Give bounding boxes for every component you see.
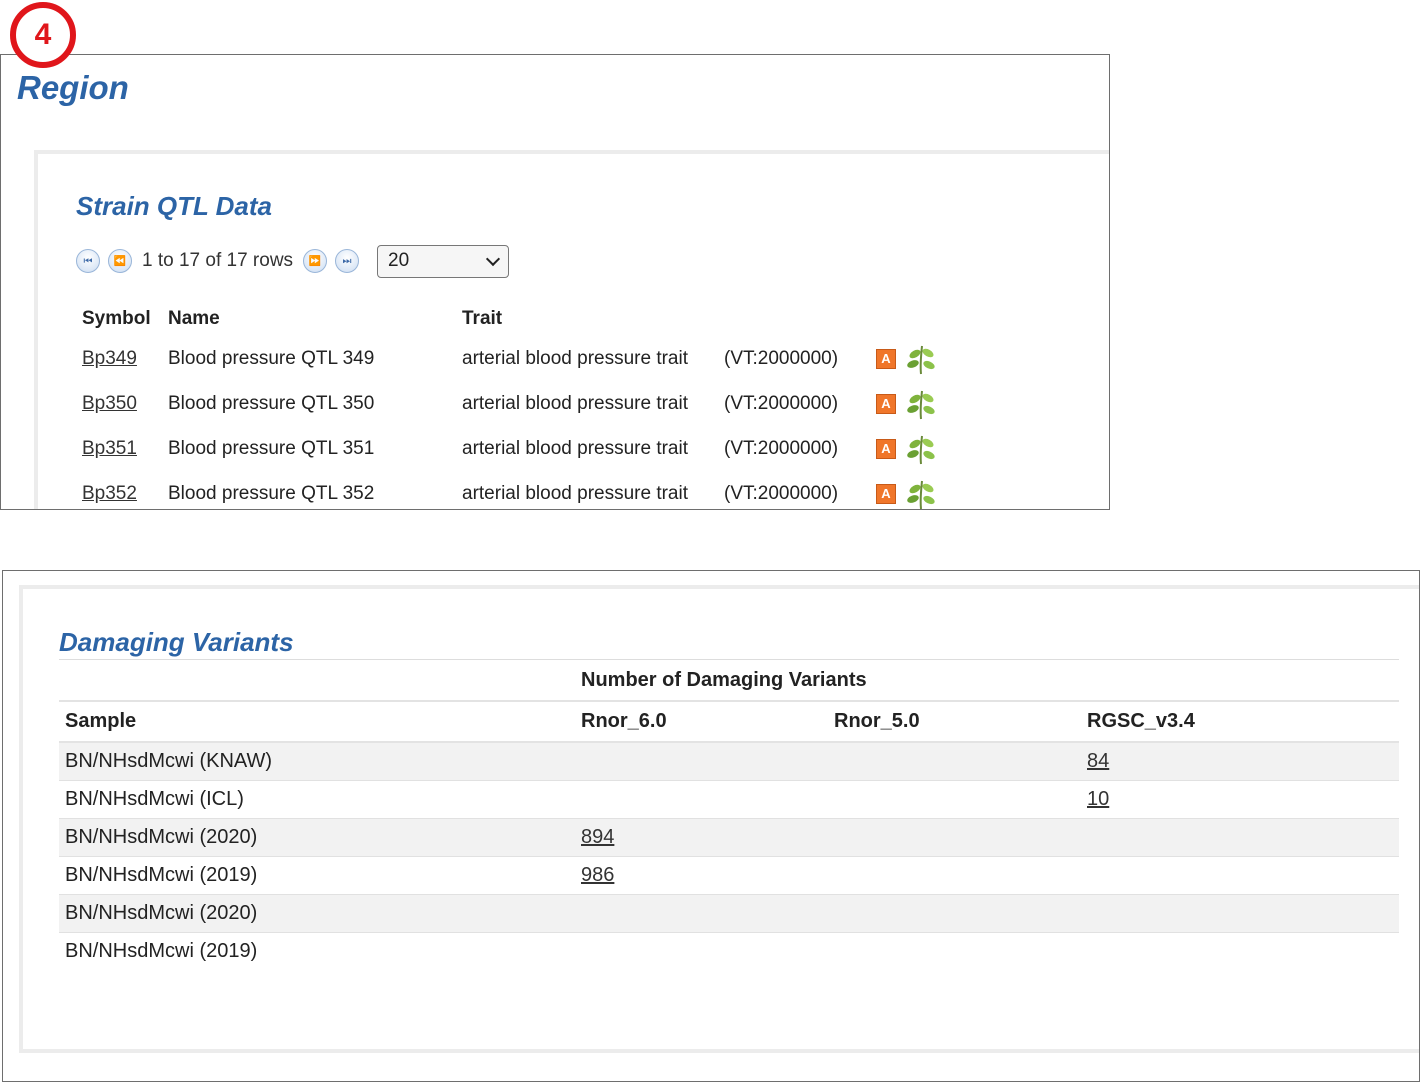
annotation-icon[interactable]: A bbox=[876, 483, 896, 504]
pagination-bar: ⏮ ⏪ 1 to 17 of 17 rows ⏩ ⏭ 20 bbox=[76, 244, 510, 278]
qtl-symbol-link[interactable]: Bp351 bbox=[82, 438, 137, 459]
table-row: BN/NHsdMcwi (2019) 986 bbox=[59, 856, 1399, 895]
rows-per-page-select[interactable]: 20 bbox=[377, 244, 510, 278]
qtl-trait-id: (VT:2000000) bbox=[724, 482, 839, 504]
qtl-symbol-link[interactable]: Bp349 bbox=[82, 348, 137, 369]
table-row: BN/NHsdMcwi (2020) 894 bbox=[59, 818, 1399, 857]
qtl-trait-id: (VT:2000000) bbox=[724, 347, 839, 369]
annotation-icon[interactable]: A bbox=[876, 348, 896, 369]
column-header-name[interactable]: Name bbox=[162, 302, 456, 336]
table-row: BN/NHsdMcwi (ICL) 10 bbox=[59, 780, 1399, 819]
damaging-variants-panel: Damaging Variants Number of Damaging Var… bbox=[2, 570, 1420, 1082]
qtl-symbol-link[interactable]: Bp350 bbox=[82, 393, 137, 414]
damaging-variants-group-header: Number of Damaging Variants bbox=[575, 659, 1399, 702]
qtl-trait: arterial blood pressure trait bbox=[462, 482, 688, 504]
sample-name: BN/NHsdMcwi (2020) bbox=[59, 818, 575, 857]
strain-qtl-table: Symbol Name Trait Bp349 Blood pressure Q… bbox=[76, 302, 944, 511]
rnor6-count-link[interactable]: 986 bbox=[581, 864, 614, 886]
next-page-icon[interactable]: ⏩ bbox=[303, 249, 328, 273]
qtl-name: Blood pressure QTL 350 bbox=[168, 392, 375, 414]
table-row: Bp352 Blood pressure QTL 352 arterial bl… bbox=[76, 471, 944, 511]
ontology-tree-icon[interactable] bbox=[904, 342, 938, 376]
rgsc-count-link[interactable]: 84 bbox=[1087, 750, 1109, 772]
previous-page-icon[interactable]: ⏪ bbox=[108, 249, 132, 273]
strain-qtl-section: Strain QTL Data ⏮ ⏪ 1 to 17 of 17 rows ⏩… bbox=[34, 150, 1109, 511]
sample-name: BN/NHsdMcwi (KNAW) bbox=[59, 742, 575, 781]
region-title: Region bbox=[17, 69, 129, 106]
qtl-trait-id: (VT:2000000) bbox=[724, 437, 839, 459]
rows-per-page-value: 20 bbox=[388, 250, 410, 271]
qtl-name: Blood pressure QTL 349 bbox=[168, 347, 375, 369]
step-number-badge: 4 bbox=[10, 2, 76, 68]
column-header-sample: Sample bbox=[59, 701, 575, 743]
annotation-icon[interactable]: A bbox=[876, 438, 896, 459]
sample-name: BN/NHsdMcwi (ICL) bbox=[59, 780, 575, 819]
damaging-variants-section: Damaging Variants Number of Damaging Var… bbox=[19, 585, 1419, 1053]
sample-name: BN/NHsdMcwi (2020) bbox=[59, 894, 575, 933]
table-row: Bp349 Blood pressure QTL 349 arterial bl… bbox=[76, 336, 944, 381]
ontology-tree-icon[interactable] bbox=[904, 432, 938, 466]
qtl-trait-id: (VT:2000000) bbox=[724, 392, 839, 414]
table-row: BN/NHsdMcwi (2020) bbox=[59, 894, 1399, 933]
ontology-tree-icon[interactable] bbox=[904, 477, 938, 511]
chevron-down-icon bbox=[485, 251, 501, 267]
sample-name: BN/NHsdMcwi (2019) bbox=[59, 932, 575, 970]
table-row: Bp350 Blood pressure QTL 350 arterial bl… bbox=[76, 381, 944, 426]
region-panel: Region Strain QTL Data ⏮ ⏪ 1 to 17 of 17… bbox=[0, 54, 1110, 510]
sample-name: BN/NHsdMcwi (2019) bbox=[59, 856, 575, 895]
qtl-trait: arterial blood pressure trait bbox=[462, 437, 688, 459]
qtl-trait: arterial blood pressure trait bbox=[462, 347, 688, 369]
damaging-variants-title: Damaging Variants bbox=[59, 627, 294, 657]
pagination-status: 1 to 17 of 17 rows bbox=[142, 250, 294, 271]
sample-group-spacer bbox=[59, 659, 575, 702]
qtl-name: Blood pressure QTL 351 bbox=[168, 437, 375, 459]
table-row: Bp351 Blood pressure QTL 351 arterial bl… bbox=[76, 426, 944, 471]
table-row: BN/NHsdMcwi (2019) bbox=[59, 932, 1399, 970]
qtl-trait: arterial blood pressure trait bbox=[462, 392, 688, 414]
qtl-name: Blood pressure QTL 352 bbox=[168, 482, 375, 504]
rnor6-count-link[interactable]: 894 bbox=[581, 826, 614, 848]
qtl-symbol-link[interactable]: Bp352 bbox=[82, 483, 137, 504]
column-header-rgsc: RGSC_v3.4 bbox=[1081, 701, 1399, 743]
column-header-tools bbox=[870, 302, 944, 336]
annotation-icon[interactable]: A bbox=[876, 393, 896, 414]
column-header-trait-id bbox=[718, 302, 870, 336]
column-header-trait[interactable]: Trait bbox=[456, 302, 718, 336]
damaging-variants-table: Number of Damaging Variants Sample Rnor_… bbox=[59, 659, 1399, 970]
column-header-symbol[interactable]: Symbol bbox=[76, 302, 162, 336]
last-page-icon[interactable]: ⏭ bbox=[335, 249, 360, 273]
rgsc-count-link[interactable]: 10 bbox=[1087, 788, 1109, 810]
first-page-icon[interactable]: ⏮ bbox=[76, 249, 100, 273]
column-header-rnor6: Rnor_6.0 bbox=[575, 701, 828, 743]
table-row: BN/NHsdMcwi (KNAW) 84 bbox=[59, 742, 1399, 781]
ontology-tree-icon[interactable] bbox=[904, 387, 938, 421]
strain-qtl-title: Strain QTL Data bbox=[76, 191, 273, 221]
column-header-rnor5: Rnor_5.0 bbox=[828, 701, 1081, 743]
